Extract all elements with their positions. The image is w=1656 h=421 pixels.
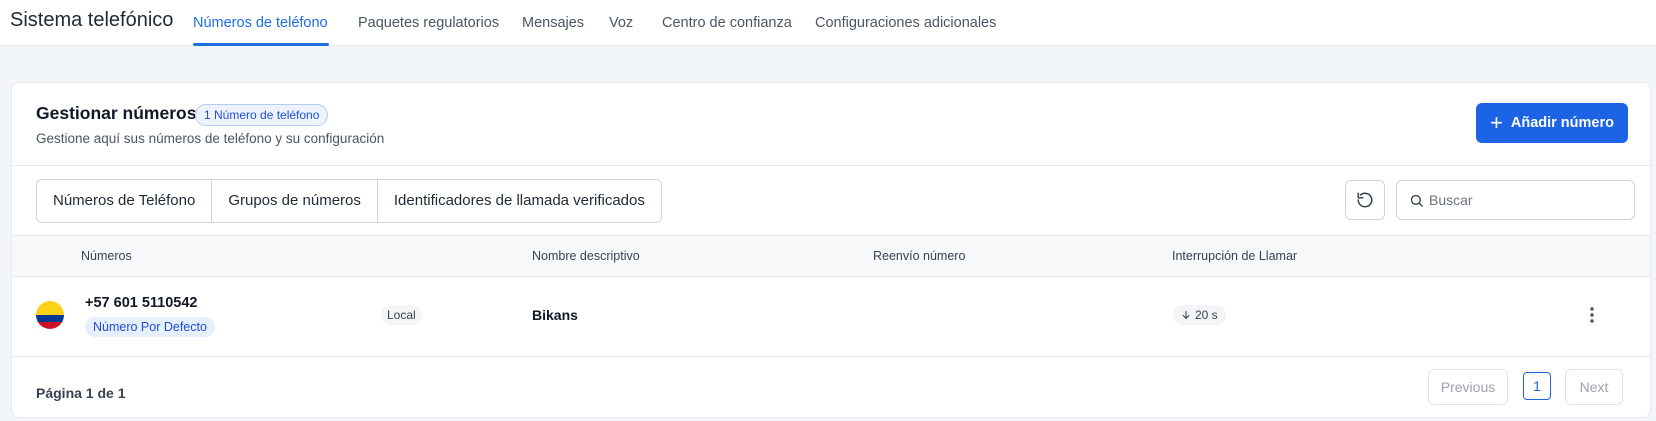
pagination-label: Página 1 de 1	[36, 385, 126, 401]
number-type-badge: Local	[381, 305, 422, 325]
add-number-button[interactable]: + Añadir número	[1476, 103, 1628, 143]
active-tab-indicator	[193, 43, 329, 46]
previous-page-button[interactable]: Previous	[1428, 369, 1508, 405]
segment-number-groups[interactable]: Grupos de números	[212, 180, 378, 222]
view-segmented-control: Números de Teléfono Grupos de números Id…	[36, 179, 662, 223]
colombia-flag-icon	[36, 301, 64, 329]
card-title: Gestionar números	[36, 103, 197, 123]
header-forwarding: Reenvío número	[873, 249, 966, 263]
tab-paquetes-regulatorios[interactable]: Paquetes regulatorios	[358, 15, 499, 31]
header-divider	[12, 165, 1650, 166]
table-header: Números Nombre descriptivo Reenvío númer…	[12, 235, 1650, 277]
header-call-timeout: Interrupción de Llamar	[1172, 249, 1298, 263]
arrow-down-icon	[1182, 311, 1190, 319]
search-icon	[1410, 194, 1423, 207]
top-navigation-bar: Sistema telefónico Números de teléfono P…	[0, 0, 1656, 46]
search-input[interactable]	[1429, 181, 1629, 219]
friendly-name: Bikans	[532, 307, 578, 323]
next-page-button[interactable]: Next	[1565, 369, 1623, 405]
header-friendly-name: Nombre descriptivo	[532, 249, 640, 263]
tab-configuraciones-adicionales[interactable]: Configuraciones adicionales	[815, 15, 996, 31]
tab-centro-de-confianza[interactable]: Centro de confianza	[662, 15, 792, 31]
more-vertical-icon	[1590, 307, 1594, 323]
tab-numeros-de-telefono[interactable]: Números de teléfono	[193, 15, 328, 31]
table-row[interactable]: +57 601 5110542 Número Por Defecto Local…	[12, 277, 1650, 357]
tab-voz[interactable]: Voz	[609, 15, 633, 31]
header-numbers: Números	[81, 249, 132, 263]
call-timeout-value: 20 s	[1195, 308, 1218, 322]
number-count-badge: 1 Número de teléfono	[195, 104, 329, 126]
segment-phone-numbers[interactable]: Números de Teléfono	[37, 180, 213, 222]
app-title: Sistema telefónico	[10, 9, 174, 31]
search-box	[1396, 180, 1635, 220]
add-number-label: Añadir número	[1510, 115, 1614, 131]
phone-number: +57 601 5110542	[85, 295, 198, 311]
page-1-button[interactable]: 1	[1523, 372, 1551, 400]
refresh-icon	[1357, 192, 1373, 208]
default-number-badge: Número Por Defecto	[85, 317, 215, 337]
refresh-button[interactable]	[1345, 180, 1385, 220]
segment-verified-caller-ids[interactable]: Identificadores de llamada verificados	[377, 180, 661, 222]
card-subtitle: Gestione aquí sus números de teléfono y …	[36, 131, 385, 146]
row-actions-button[interactable]	[1582, 303, 1602, 327]
call-timeout-badge: 20 s	[1173, 305, 1226, 325]
plus-icon: +	[1490, 110, 1503, 135]
tab-mensajes[interactable]: Mensajes	[522, 15, 584, 31]
manage-numbers-card: Gestionar números 1 Número de teléfono G…	[11, 82, 1651, 418]
